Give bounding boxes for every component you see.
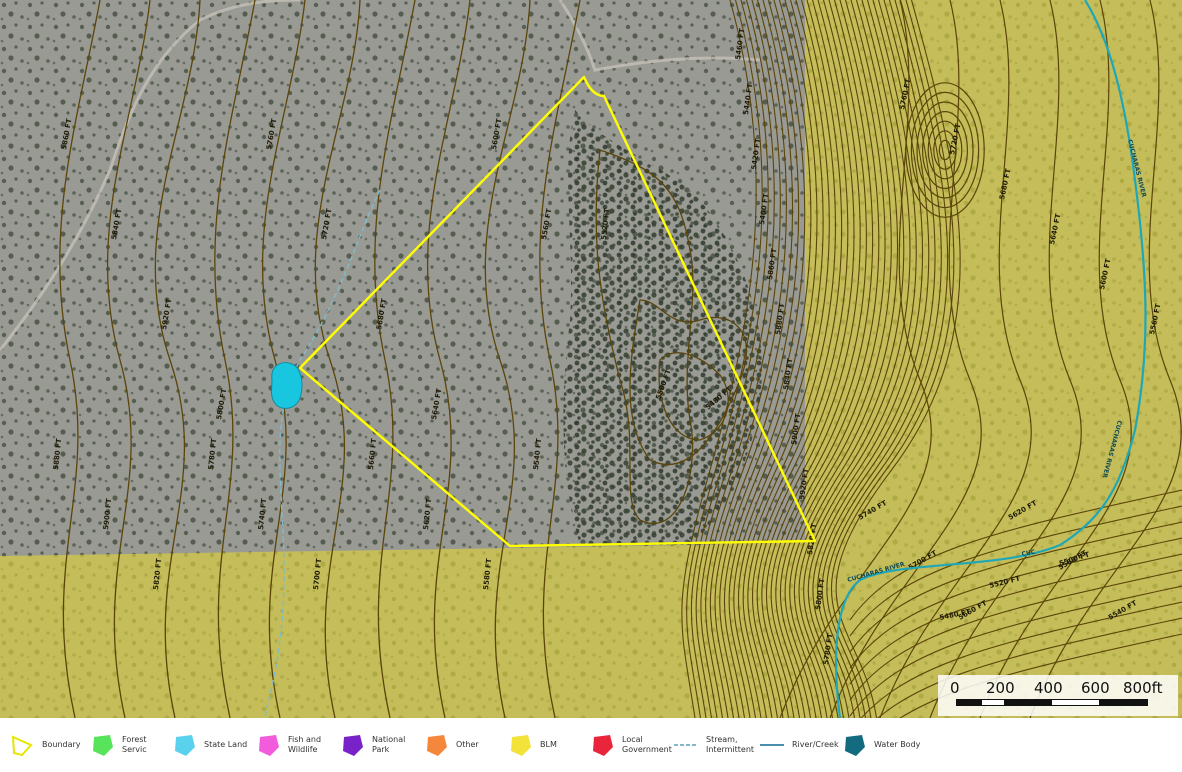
scale-tick-400: 400 [1034, 679, 1063, 697]
legend-label: State Land [204, 740, 248, 749]
legend-item-local-government[interactable]: Local Government [588, 730, 672, 760]
fish-wildlife-icon [259, 735, 279, 756]
forest-service-icon [93, 735, 113, 756]
legend-item-boundary[interactable]: Boundary [8, 730, 88, 760]
legend-item-stream-intermittent[interactable]: Stream, Intermittent [672, 730, 758, 760]
scale-tick-800: 800ft [1123, 679, 1163, 697]
legend-label: Other [456, 740, 479, 749]
scale-tick-200: 200 [986, 679, 1015, 697]
legend-label: River/Creek [792, 740, 839, 749]
scale-segment [1099, 700, 1147, 705]
boundary-outline-icon [11, 735, 33, 757]
legend-label: Water Body [874, 740, 921, 749]
scale-tick-600: 600 [1081, 679, 1110, 697]
legend-label: BLM [540, 740, 557, 749]
legend-item-blm[interactable]: BLM [506, 730, 590, 760]
legend-label: Boundary [42, 740, 81, 749]
water-body-icon [845, 735, 865, 756]
legend-label: Forest Servic [122, 735, 147, 754]
map-canvas[interactable]: 5860 FT5880 FT5840 FT5900 FT5920 FT5820 … [0, 0, 1182, 718]
legend-item-forest-service[interactable]: Forest Servic [88, 730, 170, 760]
legend-item-river-creek[interactable]: River/Creek [758, 730, 842, 760]
scale-bar-strip [956, 699, 1148, 706]
legend-label: National Park [372, 735, 406, 754]
blm-icon [511, 735, 531, 756]
stream-intermittent-icon [674, 744, 698, 746]
map-legend: Boundary Forest Servic State Land Fish a… [0, 718, 1182, 772]
river-creek-icon [760, 744, 784, 746]
legend-label: Local Government [622, 735, 672, 754]
legend-item-other[interactable]: Other [422, 730, 506, 760]
legend-item-fish-wildlife[interactable]: Fish and Wildlife [254, 730, 338, 760]
national-park-icon [343, 735, 363, 756]
legend-label: Stream, Intermittent [706, 735, 755, 754]
legend-item-water-body[interactable]: Water Body [840, 730, 930, 760]
other-land-icon [427, 735, 447, 756]
scale-tick-0: 0 [950, 679, 960, 697]
scale-segment [1004, 700, 1052, 705]
map-view[interactable]: 5860 FT 5880 FT 5840 FT 5900 FT 5920 FT 5820 … [0, 0, 1182, 718]
legend-item-state-land[interactable]: State Land [170, 730, 254, 760]
local-government-icon [593, 735, 613, 756]
state-land-icon [175, 735, 195, 756]
legend-item-national-park[interactable]: National Park [338, 730, 422, 760]
scale-segment [957, 700, 982, 705]
legend-label: Fish and Wildlife [288, 735, 322, 754]
scale-bar: 0 200 400 600 800ft [938, 675, 1178, 716]
water-body-pond[interactable] [271, 362, 303, 409]
